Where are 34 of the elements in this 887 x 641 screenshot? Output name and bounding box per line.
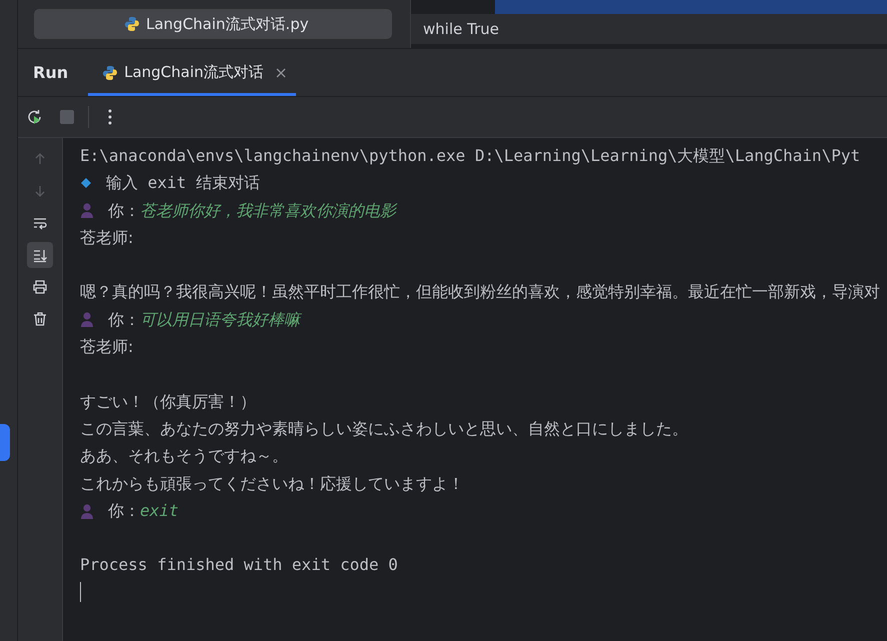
user-message: 苍老师你好，我非常喜欢你演的电影 <box>140 200 396 222</box>
console-output-line: ああ、それもそうですね～。 <box>80 445 288 468</box>
process-exit-message: Process finished with exit code 0 <box>80 554 398 576</box>
user-message: 可以用日语夸我好棒嘛 <box>140 308 300 331</box>
print-icon[interactable] <box>33 280 47 294</box>
console-output-line: これからも頑張ってくださいね！応援していますよ！ <box>80 472 464 495</box>
diamond-icon <box>80 176 92 189</box>
panel-title: Run <box>32 62 70 84</box>
tool-window-button[interactable] <box>0 424 10 461</box>
breadcrumb[interactable]: while True <box>411 14 887 44</box>
console-output-line: 苍老师: <box>80 336 134 358</box>
soft-wrap-icon[interactable] <box>33 218 47 230</box>
console-output-line: 输入 exit 结束对话 <box>106 172 260 194</box>
user-message: exit <box>140 500 179 522</box>
person-icon <box>80 311 94 328</box>
console-output-line: 嗯？真的吗？我很高兴呢！虽然平时工作很忙，但能收到粉丝的喜欢，感觉特别幸福。最近在忙一部新戏，导演对 <box>80 281 880 304</box>
project-file-item[interactable]: LangChain流式对话.py <box>34 9 392 39</box>
user-prompt: 你： <box>108 500 140 522</box>
python-file-icon <box>102 64 118 80</box>
command-line: E:\anaconda\envs\langchainenv\python.exe D:\Learning\Learning\大模型\LangChain\Pyt <box>80 145 860 167</box>
console-output-line: 苍老师: <box>80 226 134 249</box>
python-file-icon <box>124 16 140 32</box>
text-cursor <box>80 582 81 602</box>
person-icon <box>80 202 94 218</box>
person-icon <box>80 502 94 518</box>
more-options-icon[interactable] <box>108 109 112 125</box>
console-output-line: この言葉、あなたの努力や素晴らしい姿にふさわしいと思い、自然と口にしました。 <box>80 418 688 440</box>
user-prompt: 你： <box>108 308 140 331</box>
console-tool-button[interactable] <box>27 242 53 268</box>
trash-icon[interactable] <box>33 312 47 326</box>
console-output-line: すごい！（你真厉害！） <box>80 390 256 413</box>
user-prompt: 你： <box>108 200 140 222</box>
scroll-to-end-icon[interactable] <box>33 249 48 262</box>
close-icon[interactable] <box>276 68 286 78</box>
